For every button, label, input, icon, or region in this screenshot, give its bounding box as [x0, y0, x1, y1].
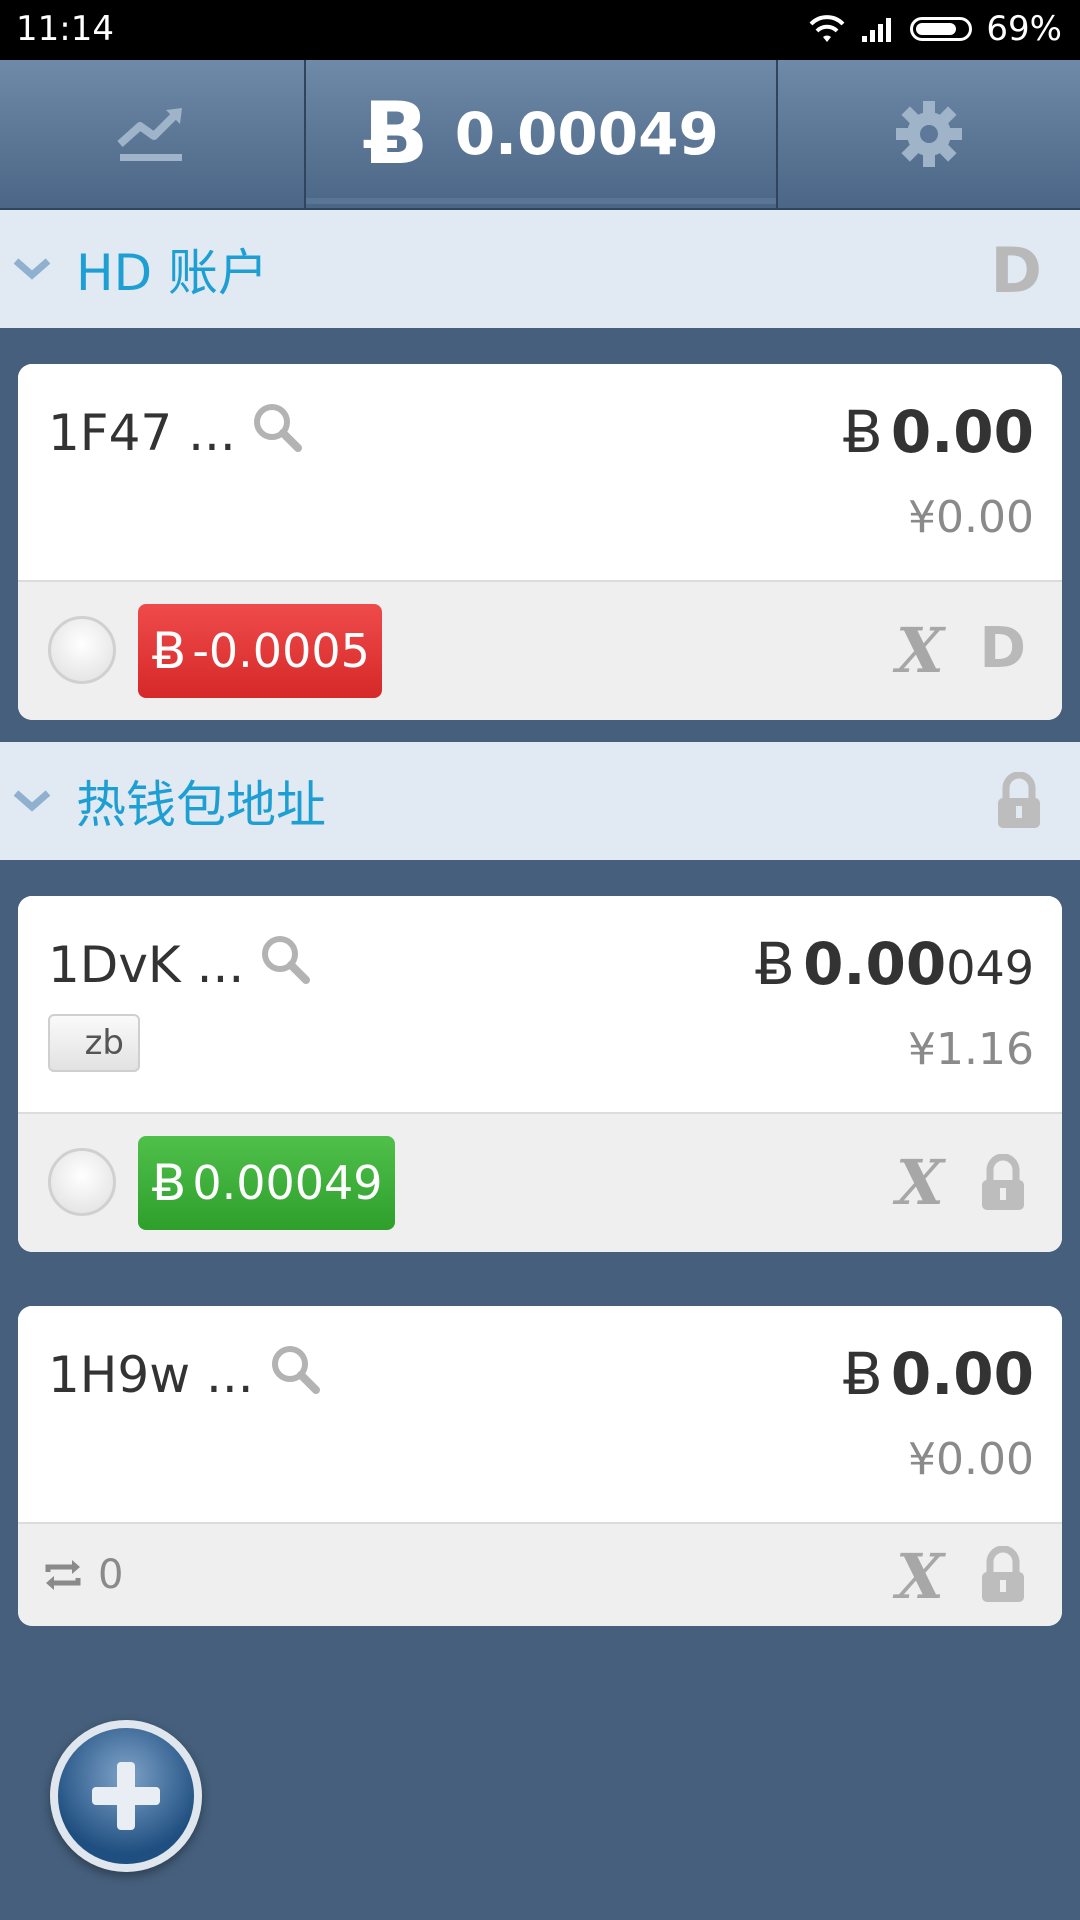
tab-balance[interactable]: Ƀ 0.00049 — [304, 60, 778, 208]
lock-icon — [982, 1154, 1024, 1210]
battery-icon — [910, 17, 973, 41]
chevron-down-icon — [13, 790, 51, 812]
btc-amount: Ƀ 0.00 — [843, 1340, 1034, 1408]
active-tab-indicator — [306, 198, 776, 204]
x-icon[interactable]: X — [896, 1540, 944, 1613]
address-card[interactable]: 1DvK ... zb Ƀ 0.00 049 ¥1.16 Ƀ 0.00049 X — [18, 896, 1062, 1252]
btc-amount: Ƀ 0.00 — [843, 398, 1034, 466]
chart-icon — [117, 108, 182, 161]
search-icon[interactable] — [258, 932, 312, 986]
fiat-amount: ¥1.16 — [908, 1024, 1034, 1075]
search-icon[interactable] — [268, 1342, 322, 1396]
lock-icon — [982, 1546, 1024, 1602]
fiat-amount: ¥0.00 — [908, 492, 1034, 543]
section-title: 热钱包地址 — [76, 776, 326, 834]
balance-change-value: 0.00049 — [192, 1156, 383, 1210]
status-bar: 11:14 69% — [0, 0, 1080, 60]
section-hot-wallet[interactable]: 热钱包地址 — [0, 742, 1080, 860]
address-tag[interactable]: zb — [48, 1014, 140, 1072]
card-actions: Ƀ -0.0005 X D — [18, 580, 1062, 720]
repeat-icon — [45, 1560, 81, 1590]
tab-settings[interactable] — [778, 60, 1080, 208]
amount-main: 0.00 — [803, 930, 947, 998]
tab-chart[interactable] — [0, 60, 302, 208]
section-hd-account[interactable]: HD 账户 D — [0, 210, 1080, 328]
bitcoin-icon: Ƀ — [843, 1340, 883, 1408]
plus-icon — [92, 1762, 160, 1830]
btc-amount: Ƀ 0.00 049 — [755, 930, 1034, 998]
address-card[interactable]: 1F47 ... Ƀ 0.00 ¥0.00 Ƀ -0.0005 X D — [18, 364, 1062, 720]
balance-change-badge: Ƀ -0.0005 — [138, 604, 382, 698]
address-row: 1H9w ... — [48, 1346, 322, 1404]
address-card[interactable]: 1H9w ... Ƀ 0.00 ¥0.00 0 X — [18, 1306, 1062, 1626]
search-icon[interactable] — [250, 400, 304, 454]
tag-label: zb — [84, 1023, 124, 1063]
status-icons: 69% — [794, 9, 1062, 49]
x-icon[interactable]: X — [896, 1146, 944, 1219]
address-row: 1F47 ... — [48, 404, 304, 462]
fiat-amount: ¥0.00 — [908, 1434, 1034, 1485]
bitcoin-icon: Ƀ — [363, 84, 429, 184]
signal-icon — [862, 18, 892, 42]
add-address-button[interactable] — [50, 1720, 202, 1872]
lock-icon — [998, 772, 1040, 828]
address-row: 1DvK ... — [48, 936, 312, 994]
amount-small: 049 — [946, 941, 1034, 995]
x-icon[interactable]: X — [896, 614, 944, 687]
address-text: 1DvK ... — [48, 936, 245, 994]
total-balance: Ƀ 0.00049 — [363, 91, 719, 177]
balance-value: 0.00049 — [454, 100, 719, 168]
wifi-icon — [809, 15, 845, 42]
card-actions: Ƀ 0.00049 X — [18, 1112, 1062, 1252]
select-radio[interactable] — [48, 616, 116, 684]
bitcoin-icon: Ƀ — [152, 1154, 187, 1212]
status-time: 11:14 — [16, 9, 114, 49]
top-tab-bar: Ƀ 0.00049 — [0, 60, 1080, 211]
bitcoin-icon: Ƀ — [755, 930, 796, 998]
amount-main: 0.00 — [890, 1340, 1034, 1408]
balance-change-badge: Ƀ 0.00049 — [138, 1136, 395, 1230]
section-title: HD 账户 — [76, 244, 268, 302]
balance-change-value: -0.0005 — [192, 624, 370, 678]
hd-d-icon: D — [979, 616, 1026, 681]
bitcoin-icon: Ƀ — [843, 398, 883, 466]
tx-count-value: 0 — [98, 1552, 124, 1598]
gear-icon — [896, 101, 962, 167]
battery-percent: 69% — [986, 9, 1062, 49]
hd-d-icon: D — [990, 234, 1042, 307]
address-text: 1F47 ... — [48, 404, 236, 462]
tx-count: 0 — [44, 1552, 123, 1598]
address-text: 1H9w ... — [48, 1346, 254, 1404]
amount-main: 0.00 — [890, 398, 1034, 466]
card-actions: 0 X — [18, 1522, 1062, 1626]
chevron-down-icon — [13, 258, 51, 280]
select-radio[interactable] — [48, 1148, 116, 1216]
bitcoin-icon: Ƀ — [152, 622, 187, 680]
